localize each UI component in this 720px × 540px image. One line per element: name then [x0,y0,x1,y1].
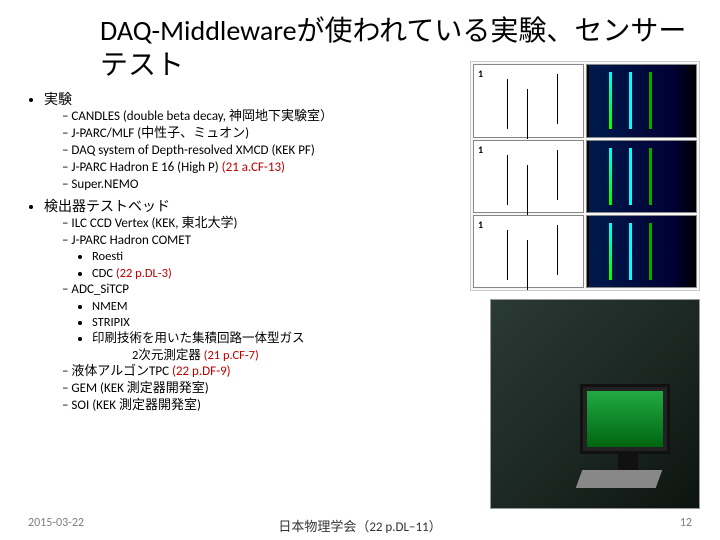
list-item: Roesti [92,249,440,265]
list-item: 印刷技術を用いた集積回路一体型ガス2次元測定器 (21 p.CF-7) [92,331,440,364]
page-number: 12 [680,516,692,530]
list-item: CANDLES (double beta decay, 神岡地下実験室） [62,109,440,126]
body-text: 実験 CANDLES (double beta decay, 神岡地下実験室） … [20,89,440,416]
list-item: J-PARC Hadron COMET Roesti CDC (22 p.DL-… [62,233,440,282]
list-item: CDC (22 p.DL-3) [92,266,440,282]
list-item: DAQ system of Depth-resolved XMCD (KEK P… [62,143,440,160]
footer-date: 2015-03-22 [28,516,84,530]
list-item: NMEM [92,299,440,315]
list-item: J-PARC Hadron E 16 (High P) (21 a.CF-13) [62,160,440,177]
footer-center: 日本物理学会（22 p.DL−11） [278,516,441,535]
section-head: 検出器テストベッド ILC CCD Vertex (KEK, 東北大学) J-P… [44,196,440,415]
list-item: SOI (KEK 測定器開発室) [62,398,440,415]
list-item: 液体アルゴンTPC (22 p.DF-9) [62,364,440,381]
list-item: Super.NEMO [62,177,440,194]
equipment-photo [490,299,700,509]
plot-grid-image [470,61,700,291]
list-item: ILC CCD Vertex (KEK, 東北大学) [62,216,440,233]
list-item: STRIPIX [92,315,440,331]
slide-footer: 2015-03-22 日本物理学会（22 p.DL−11） 12 [0,516,720,530]
list-item: J-PARC/MLF (中性子、ミュオン) [62,126,440,143]
section-head: 実験 CANDLES (double beta decay, 神岡地下実験室） … [44,89,440,193]
list-item: GEM (KEK 測定器開発室) [62,381,440,398]
list-item: ADC_SiTCP NMEM STRIPIX 印刷技術を用いた集積回路一体型ガス… [62,282,440,364]
